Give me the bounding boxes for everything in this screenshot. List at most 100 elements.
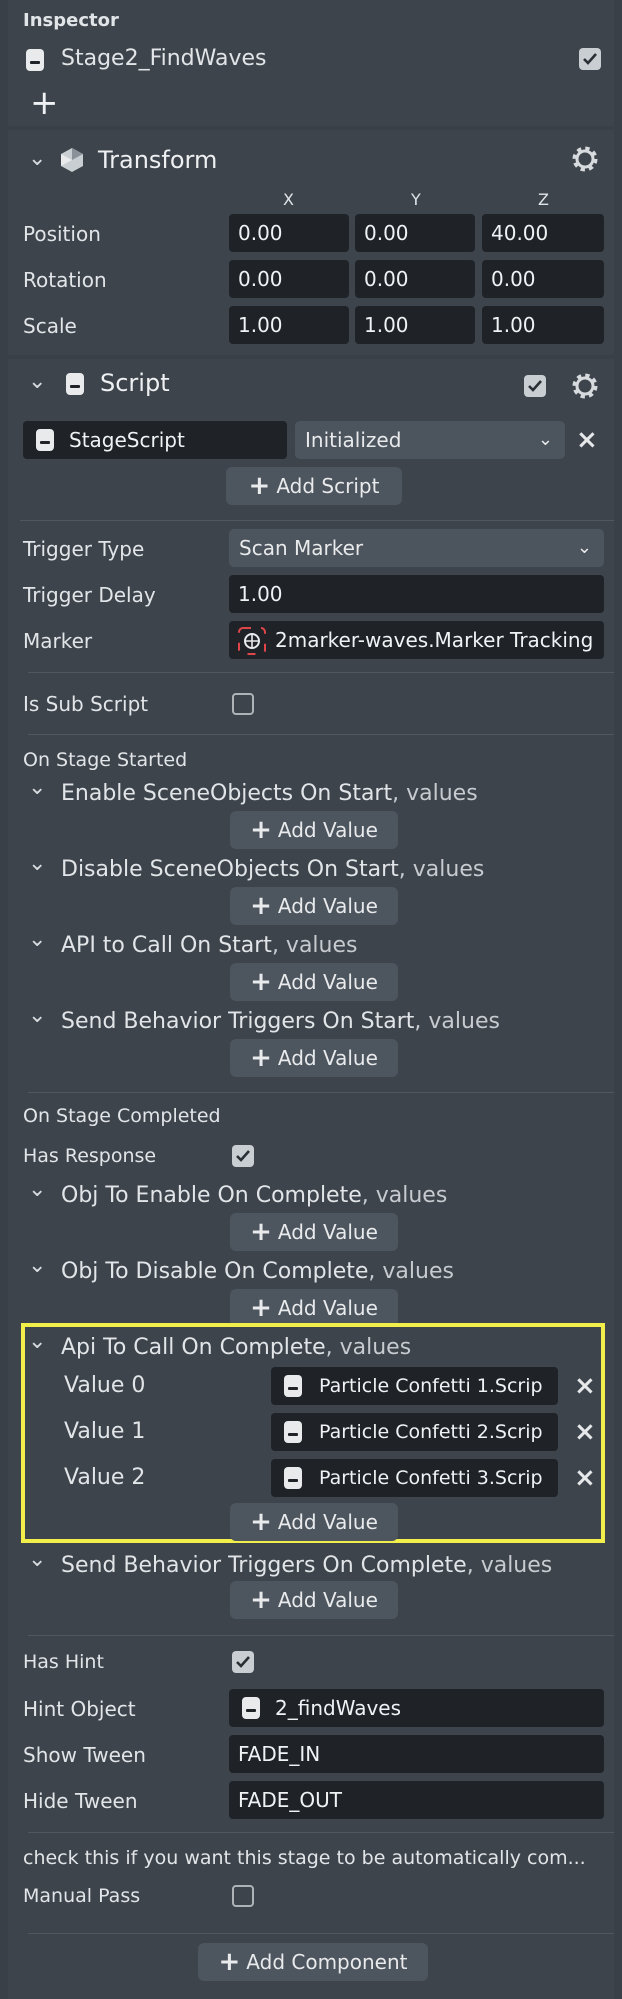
position-x-field[interactable]: 0.00 <box>229 214 349 252</box>
value-1-field[interactable]: Particle Confetti 2.Scrip <box>271 1413 558 1451</box>
rotation-label: Rotation <box>23 268 107 292</box>
manual-pass-checkbox[interactable] <box>232 1885 254 1907</box>
divider <box>28 734 614 735</box>
marker-value: 2marker-waves.Marker Tracking <box>275 628 594 652</box>
plus-icon: + <box>248 471 271 501</box>
plus-icon: + <box>250 815 272 845</box>
chevron-down-icon[interactable]: ⌄ <box>28 775 46 800</box>
rotation-z-field[interactable]: 0.00 <box>482 260 604 298</box>
inspector-panel: Inspector Stage2_FindWaves + ⌄ Transform… <box>0 0 622 1999</box>
add-component-button[interactable]: + Add Component <box>198 1943 428 1981</box>
remove-value-0-icon[interactable]: × <box>574 1373 596 1399</box>
add-value-button[interactable]: + Add Value <box>230 1039 398 1077</box>
value-2-field[interactable]: Particle Confetti 3.Scrip <box>271 1459 558 1497</box>
divider <box>28 672 614 673</box>
chevron-down-icon[interactable]: ⌄ <box>28 369 46 394</box>
trigger-type-label: Trigger Type <box>23 537 145 561</box>
value-2-label: Value 2 <box>64 1465 146 1490</box>
gear-icon[interactable] <box>570 144 600 174</box>
add-component-label: Add Component <box>246 1950 408 1974</box>
value-0-field[interactable]: Particle Confetti 1.Scrip <box>271 1367 558 1405</box>
trigger-type-dropdown[interactable]: Scan Marker ⌄ <box>229 529 604 567</box>
divider <box>20 520 614 521</box>
enable-on-complete-list-header: Obj To Enable On Complete, values <box>61 1183 448 1208</box>
rotation-x-field[interactable]: 0.00 <box>229 260 349 298</box>
add-script-button[interactable]: + Add Script <box>226 467 402 505</box>
api-on-complete-list-header: Api To Call On Complete, values <box>61 1335 412 1360</box>
value-1-label: Value 1 <box>64 1419 146 1444</box>
chevron-down-icon[interactable]: ⌄ <box>28 1177 46 1202</box>
add-value-button[interactable]: + Add Value <box>230 1213 398 1251</box>
chevron-down-icon[interactable]: ⌄ <box>28 1003 46 1028</box>
gear-icon[interactable] <box>570 371 600 401</box>
position-label: Position <box>23 222 101 246</box>
add-value-button[interactable]: + Add Value <box>230 1503 398 1541</box>
script-icon <box>66 373 84 395</box>
plus-icon: + <box>250 1507 272 1537</box>
on-stage-started-heading: On Stage Started <box>23 749 188 771</box>
transform-title: Transform <box>98 146 218 174</box>
chevron-down-icon[interactable]: ⌄ <box>28 1329 46 1354</box>
axis-x-label: X <box>283 190 294 209</box>
manual-pass-label: Manual Pass <box>23 1885 141 1907</box>
hide-tween-field[interactable]: FADE_OUT <box>229 1781 604 1819</box>
behavior-on-complete-list-header: Send Behavior Triggers On Complete, valu… <box>61 1553 553 1578</box>
scale-z-field[interactable]: 1.00 <box>482 306 604 344</box>
script-asset-icon <box>36 429 54 451</box>
script-enabled-checkbox[interactable] <box>524 375 546 397</box>
rotation-y-field[interactable]: 0.00 <box>355 260 475 298</box>
transform-icon <box>61 148 83 172</box>
plus-icon: + <box>250 891 272 921</box>
scale-y-field[interactable]: 1.00 <box>355 306 475 344</box>
script-asset-field[interactable]: StageScript <box>23 421 287 459</box>
script-state-value: Initialized <box>305 428 402 452</box>
remove-value-1-icon[interactable]: × <box>574 1419 596 1445</box>
has-hint-checkbox[interactable] <box>232 1651 254 1673</box>
axis-z-label: Z <box>538 190 549 209</box>
object-name[interactable]: Stage2_FindWaves <box>61 46 267 71</box>
plus-icon: + <box>250 967 272 997</box>
scale-x-field[interactable]: 1.00 <box>229 306 349 344</box>
has-response-label: Has Response <box>23 1145 157 1167</box>
trigger-type-value: Scan Marker <box>239 536 364 560</box>
disable-on-complete-list-header: Obj To Disable On Complete, values <box>61 1259 454 1284</box>
script-asset-name: StageScript <box>69 428 185 452</box>
plus-icon: + <box>250 1043 272 1073</box>
hint-object-field[interactable]: 2_findWaves <box>229 1689 604 1727</box>
show-tween-field[interactable]: FADE_IN <box>229 1735 604 1773</box>
remove-value-2-icon[interactable]: × <box>574 1465 596 1491</box>
chevron-down-icon[interactable]: ⌄ <box>28 851 46 876</box>
is-sub-script-label: Is Sub Script <box>23 692 149 716</box>
marker-field[interactable]: 2marker-waves.Marker Tracking <box>229 621 604 659</box>
object-enabled-checkbox[interactable] <box>579 48 601 70</box>
behavior-on-start-list-header: Send Behavior Triggers On Start, values <box>61 1009 500 1034</box>
position-z-field[interactable]: 40.00 <box>482 214 604 252</box>
chevron-down-icon[interactable]: ⌄ <box>28 1253 46 1278</box>
script-asset-icon <box>284 1375 302 1397</box>
scene-object-icon <box>242 1697 260 1719</box>
has-response-checkbox[interactable] <box>232 1145 254 1167</box>
script-state-dropdown[interactable]: Initialized ⌄ <box>295 421 565 459</box>
plus-icon: + <box>250 1293 272 1323</box>
add-value-button[interactable]: + Add Value <box>230 811 398 849</box>
plus-icon: + <box>250 1585 272 1615</box>
add-icon[interactable]: + <box>30 86 59 120</box>
add-value-button[interactable]: + Add Value <box>230 1289 398 1327</box>
position-y-field[interactable]: 0.00 <box>355 214 475 252</box>
chevron-down-icon[interactable]: ⌄ <box>28 1547 46 1572</box>
chevron-down-icon[interactable]: ⌄ <box>28 927 46 952</box>
on-stage-completed-heading: On Stage Completed <box>23 1105 221 1127</box>
divider <box>28 1635 614 1636</box>
add-value-button[interactable]: + Add Value <box>230 1581 398 1619</box>
chevron-down-icon[interactable]: ⌄ <box>28 146 46 171</box>
manual-pass-note: check this if you want this stage to be … <box>23 1847 586 1869</box>
divider <box>28 1092 614 1093</box>
chevron-down-icon: ⌄ <box>537 429 553 450</box>
script-asset-icon <box>284 1421 302 1443</box>
is-sub-script-checkbox[interactable] <box>232 693 254 715</box>
remove-script-icon[interactable]: × <box>576 427 598 453</box>
add-value-button[interactable]: + Add Value <box>230 887 398 925</box>
trigger-delay-field[interactable]: 1.00 <box>229 575 604 613</box>
add-value-button[interactable]: + Add Value <box>230 963 398 1001</box>
plus-icon: + <box>218 1947 241 1977</box>
